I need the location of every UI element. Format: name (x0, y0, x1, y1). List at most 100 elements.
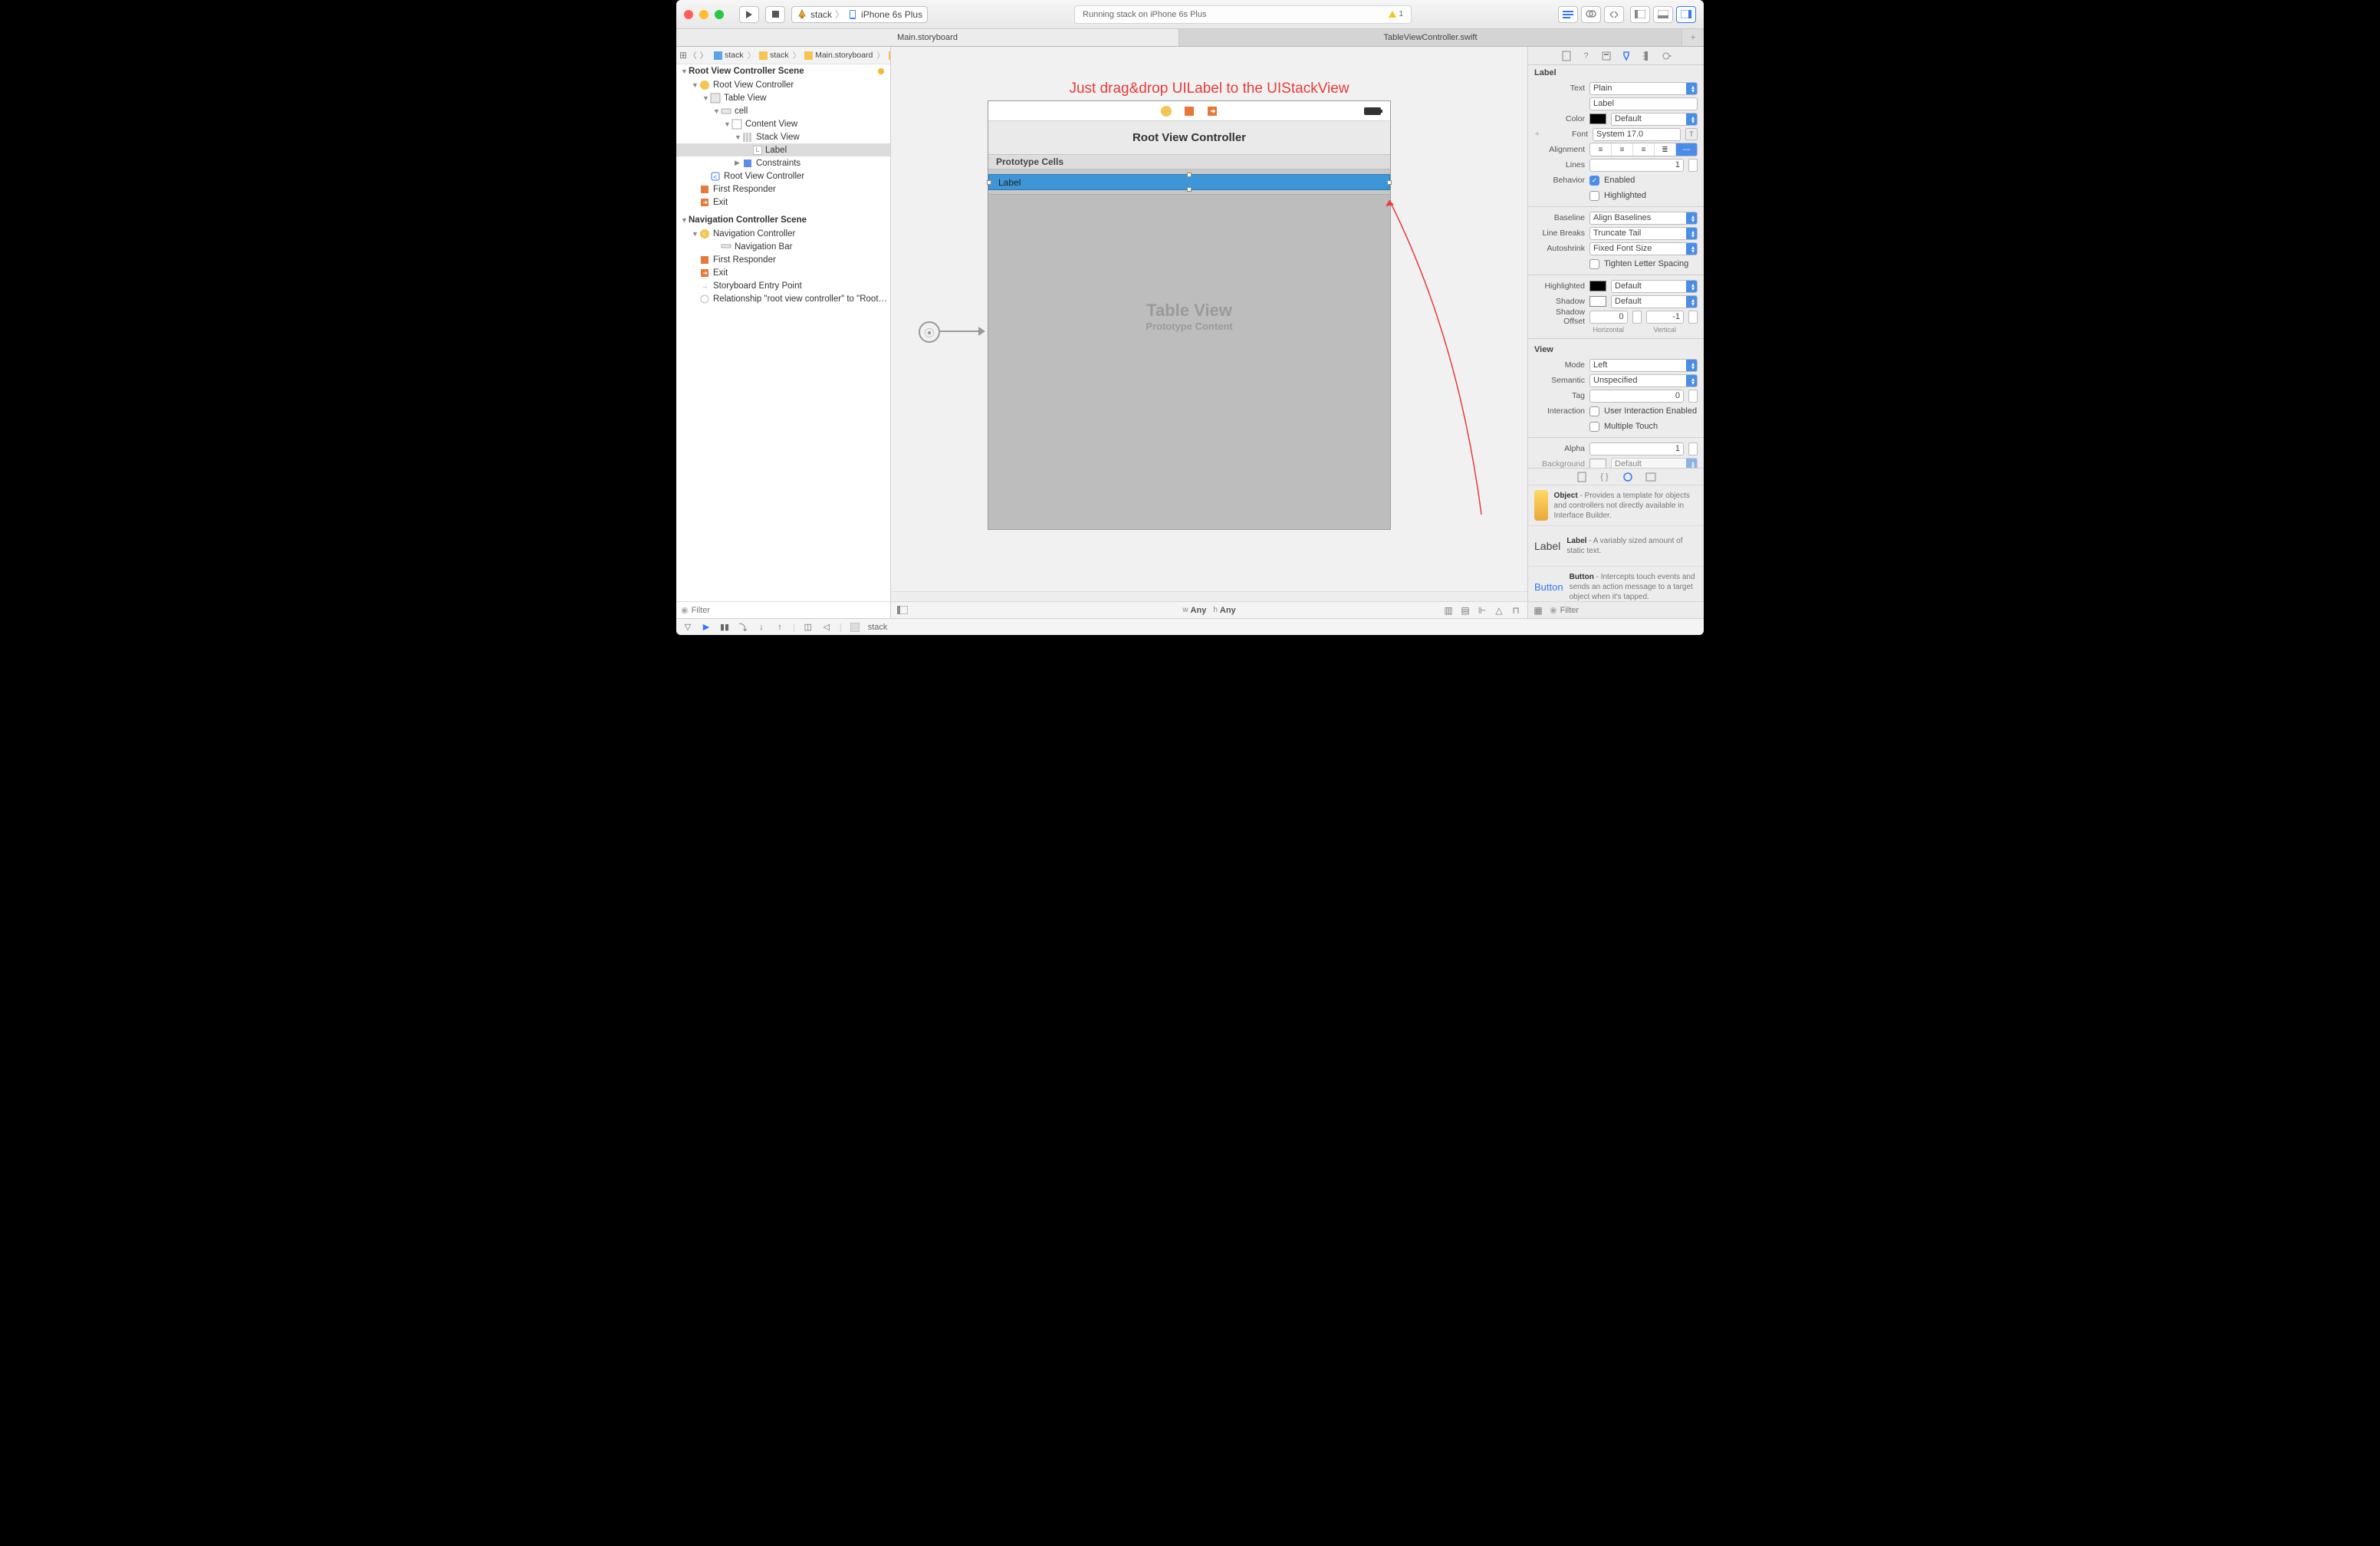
jumpbar-seg-3[interactable]: Main.stor…ard (Base) (887, 51, 890, 60)
pause-button[interactable]: ▮▮ (719, 622, 730, 633)
tag-stepper[interactable] (1688, 390, 1698, 403)
lines-field[interactable]: 1 (1589, 159, 1684, 172)
jumpbar-seg-0[interactable]: stack (712, 51, 745, 60)
shadow-h-field[interactable]: 0 (1589, 311, 1628, 324)
alpha-stepper[interactable] (1688, 442, 1698, 456)
align-natural-button[interactable]: --- (1676, 143, 1697, 156)
outline-cell[interactable]: ▼cell (676, 104, 890, 117)
size-inspector-tab[interactable] (1640, 50, 1652, 62)
scene-vc-icon[interactable] (1160, 105, 1172, 117)
scene-nav-controller-scene[interactable]: ▼ Navigation Controller Scene (676, 213, 890, 227)
outline-stack-view[interactable]: ▼Stack View (676, 130, 890, 143)
jumpbar-seg-1[interactable]: stack (758, 51, 791, 60)
font-field[interactable]: System 17.0 (1593, 128, 1681, 141)
scheme-selector[interactable]: stack 〉 iPhone 6s Plus (791, 6, 928, 23)
outline-nav-bar[interactable]: Navigation Bar (676, 240, 890, 253)
multitouch-checkbox[interactable] (1589, 422, 1599, 432)
font-picker-button[interactable]: T (1685, 128, 1698, 140)
library-items-list[interactable]: Object - Provides a template for objects… (1528, 485, 1704, 601)
object-library-tab[interactable] (1622, 471, 1634, 483)
color-combo[interactable]: Default▴▾ (1611, 113, 1698, 126)
stop-button[interactable] (765, 6, 785, 23)
code-snippet-library-tab[interactable]: { } (1599, 471, 1611, 483)
alpha-field[interactable]: 1 (1589, 442, 1684, 456)
file-inspector-tab[interactable] (1560, 50, 1573, 62)
connections-inspector-tab[interactable] (1660, 50, 1672, 62)
storyboard-scene-frame[interactable]: Root View Controller Prototype Cells Lab… (988, 100, 1391, 530)
breakpoint-toggle-button[interactable]: ▶ (701, 622, 712, 633)
close-window-button[interactable] (684, 10, 693, 19)
toggle-debug-area-button[interactable] (1653, 6, 1673, 23)
toggle-navigator-button[interactable] (1630, 6, 1650, 23)
zoom-window-button[interactable] (715, 10, 724, 19)
baseline-combo[interactable]: Align Baselines▴▾ (1589, 212, 1698, 225)
file-template-library-tab[interactable] (1576, 471, 1588, 483)
enabled-checkbox[interactable]: ✓ (1589, 176, 1599, 186)
attributes-inspector-tab[interactable] (1620, 50, 1632, 62)
alignment-segmented[interactable]: ≡ ≡ ≡ ≣ --- (1589, 143, 1698, 156)
stack-button[interactable]: ▥ (1443, 605, 1454, 616)
segue-source-node[interactable]: ⦿ (919, 321, 940, 343)
outline-first-responder-1[interactable]: First Responder (676, 183, 890, 196)
color-swatch[interactable] (1589, 113, 1606, 124)
outline-root-vc-item[interactable]: <Root View Controller (676, 169, 890, 183)
outline-root-view-controller[interactable]: ▼Root View Controller (676, 78, 890, 91)
highlighted-combo[interactable]: Default▴▾ (1611, 280, 1698, 293)
align-center-button[interactable]: ≡ (1612, 143, 1633, 156)
text-value-field[interactable]: Label (1589, 97, 1698, 110)
canvas[interactable]: Just drag&drop UILabel to the UIStackVie… (891, 47, 1527, 591)
standard-editor-button[interactable] (1558, 6, 1578, 23)
hide-debug-area-button[interactable]: ▽ (682, 622, 693, 633)
outline-label[interactable]: LLabel (676, 143, 890, 156)
align-right-button[interactable]: ≡ (1633, 143, 1655, 156)
shadow-swatch[interactable] (1589, 296, 1606, 307)
new-tab-button[interactable]: + (1682, 29, 1704, 46)
align-justify-button[interactable]: ≣ (1655, 143, 1676, 156)
library-view-toggle[interactable]: ▦ (1533, 605, 1543, 616)
resize-handle-left[interactable] (987, 180, 991, 185)
outline-constraints[interactable]: ▶Constraints (676, 156, 890, 169)
step-over-button[interactable]: ⤵ (738, 622, 748, 633)
selected-label-element[interactable]: Label (988, 174, 1390, 190)
step-out-button[interactable]: ↑ (774, 622, 785, 633)
uie-checkbox[interactable] (1589, 406, 1599, 416)
highlighted-checkbox[interactable] (1589, 191, 1599, 201)
media-library-tab[interactable] (1645, 471, 1657, 483)
resize-handle-right[interactable] (1387, 180, 1392, 185)
outline-table-view[interactable]: ▼Table View (676, 91, 890, 104)
horizontal-scrollbar[interactable] (891, 591, 1527, 601)
jump-back-button[interactable]: 〈 (689, 50, 697, 61)
outline-exit-2[interactable]: Exit (676, 266, 890, 279)
outline-entry-point[interactable]: →Storyboard Entry Point (676, 279, 890, 292)
jumpbar-seg-2[interactable]: Main.storyboard (803, 51, 874, 60)
tag-field[interactable]: 0 (1589, 390, 1684, 403)
background-combo[interactable]: Default▴▾ (1611, 458, 1698, 469)
text-type-combo[interactable]: Plain▴▾ (1589, 82, 1698, 95)
align-left-button[interactable]: ≡ (1590, 143, 1612, 156)
outline-relationship[interactable]: Relationship "root view controller" to "… (676, 292, 890, 305)
simulate-location-button[interactable]: ◁ (821, 622, 832, 633)
resize-handle-top[interactable] (1187, 173, 1192, 177)
outline-filter-input[interactable] (692, 606, 886, 615)
library-item-button[interactable]: Button Button - Intercepts touch events … (1528, 567, 1704, 601)
library-item-object[interactable]: Object - Provides a template for objects… (1528, 485, 1704, 526)
shadow-v-stepper[interactable] (1688, 311, 1698, 324)
semantic-combo[interactable]: Unspecified▴▾ (1589, 374, 1698, 387)
assistant-editor-button[interactable] (1581, 6, 1601, 23)
lines-stepper[interactable] (1688, 159, 1698, 172)
resolve-issues-button[interactable]: △ (1494, 605, 1504, 616)
shadow-combo[interactable]: Default▴▾ (1611, 295, 1698, 308)
scene-root-vc-scene[interactable]: ▼ Root View Controller Scene (676, 64, 890, 78)
resize-handle-bottom[interactable] (1187, 187, 1192, 192)
shadow-h-stepper[interactable] (1632, 311, 1642, 324)
toggle-outline-button[interactable] (897, 605, 908, 616)
outline-content-view[interactable]: ▼Content View (676, 117, 890, 130)
linebreaks-combo[interactable]: Truncate Tail▴▾ (1589, 227, 1698, 240)
library-filter-input[interactable] (1560, 606, 1699, 615)
tab-main-storyboard[interactable]: Main.storyboard (676, 29, 1179, 46)
outline-tree[interactable]: ▼ Root View Controller Scene ▼Root View … (676, 64, 890, 601)
version-editor-button[interactable] (1604, 6, 1624, 23)
warning-badge[interactable]: 1 (1389, 10, 1403, 18)
outline-first-responder-2[interactable]: First Responder (676, 253, 890, 266)
jump-forward-button[interactable]: 〉 (700, 50, 708, 61)
